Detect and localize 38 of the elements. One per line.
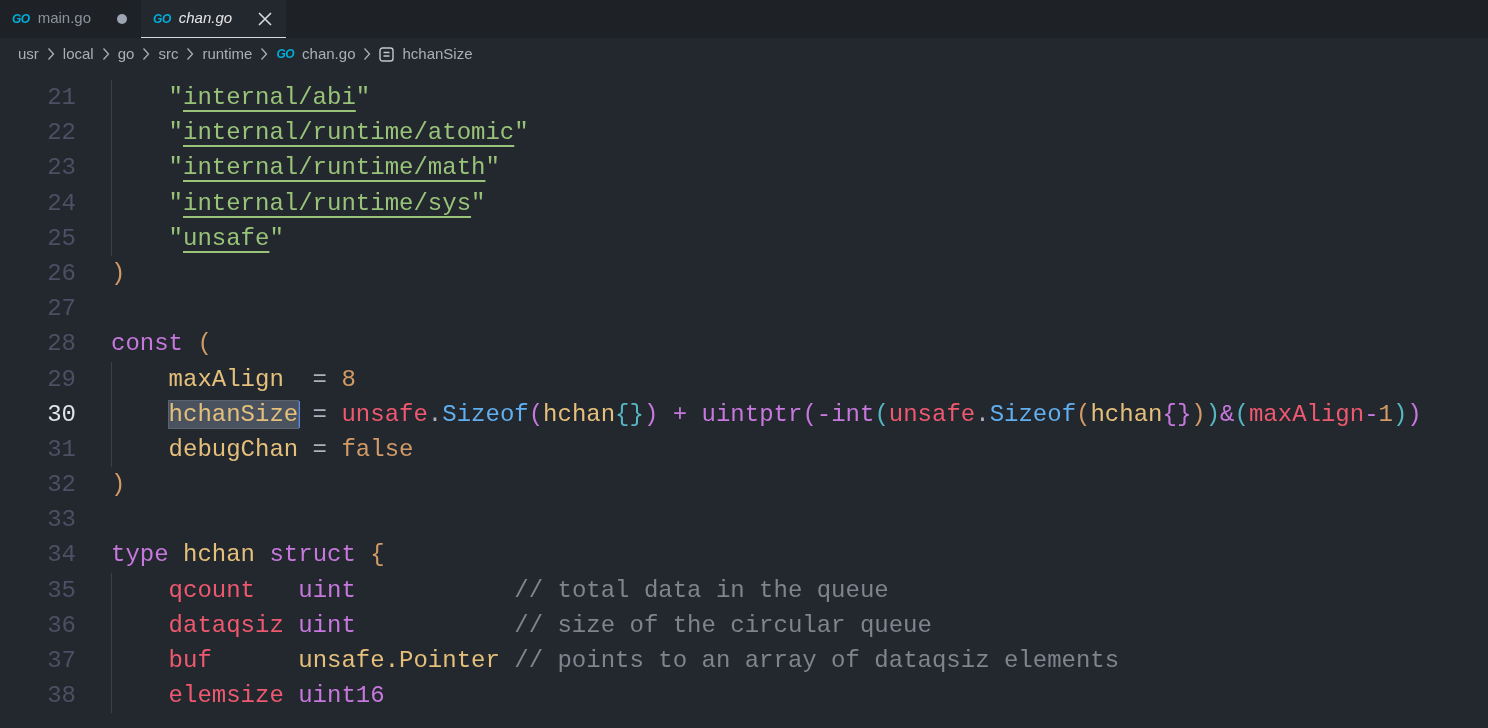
code-line: buf unsafe.Pointer // points to an array of dataqsiz elements [168,647,1120,674]
code-line: const ( [111,330,212,358]
symbol-icon [379,46,395,62]
code-line: "internal/abi" [168,84,371,111]
line-number: 30 [46,399,76,430]
go-logo-icon: GO [153,9,171,28]
code-line: "internal/runtime/math" [168,154,500,182]
code-line: ) [111,259,126,287]
code-line: hchanSize = unsafe.Sizeof(hchan{}) + uintptr(-int(unsafe.Sizeof(hchan{}))&(maxAlign-1)) [168,400,1422,428]
unsaved-dot [117,13,128,24]
chevron-icon [101,47,110,61]
chevron-icon [260,47,269,61]
code-line: elemsize uint16 [168,682,385,710]
chevron-icon [46,47,55,61]
code-line: "unsafe" [168,224,284,252]
editor-tab[interactable]: GO main.go [0,0,142,38]
code-line: type hchan struct { [111,541,385,569]
breadcrumb-item[interactable]: local [62,42,94,66]
breadcrumb-item[interactable]: usr [18,42,39,66]
breadcrumb-item[interactable]: src [158,42,179,66]
breadcrumb-item[interactable]: runtime [202,42,253,66]
editor-tab[interactable]: GO chan.go [141,0,287,38]
code-line: qcount uint // total data in the queue [168,576,889,604]
breadcrumb-item[interactable]: go [117,42,135,66]
close-icon [258,11,273,26]
code-line: ) [111,471,126,499]
go-logo-icon: GO [12,9,30,28]
breadcrumb-item[interactable]: chan.go [302,42,356,66]
code-line: "internal/runtime/atomic" [168,119,529,147]
code-line: maxAlign = 8 [168,365,356,393]
go-logo-icon: GO [276,45,295,63]
chevron-icon [186,47,195,61]
code-line: "internal/runtime/sys" [168,189,486,217]
code-line: dataqsiz uint // size of the circular queue [168,611,932,639]
chevron-icon [142,47,151,61]
chevron-icon [363,47,372,61]
code-line: debugChan = false [168,435,414,463]
breadcrumb-item[interactable]: hchanSize [402,42,473,66]
